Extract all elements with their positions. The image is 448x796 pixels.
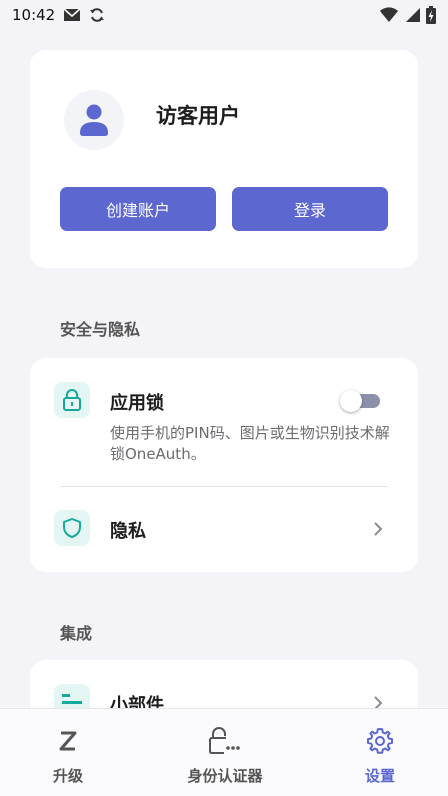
toggle-knob	[340, 390, 362, 412]
app-lock-title: 应用锁	[110, 393, 164, 414]
create-account-button[interactable]: 创建账户	[60, 187, 216, 231]
lock-icon	[63, 389, 81, 411]
user-icon	[80, 104, 108, 136]
app-lock-toggle[interactable]	[340, 390, 380, 412]
divider	[60, 486, 388, 487]
section-title-integration: 集成	[60, 624, 93, 643]
nav-settings[interactable]: 设置	[342, 709, 418, 796]
profile-name: 访客用户	[156, 104, 240, 128]
nav-upgrade[interactable]: 升级	[30, 709, 106, 796]
login-button[interactable]: 登录	[232, 187, 388, 231]
status-bar: 10:42	[0, 0, 448, 30]
chevron-right-icon	[374, 522, 383, 536]
gear-icon	[367, 728, 393, 754]
nav-settings-label: 设置	[364, 767, 395, 785]
app-lock-icon-box	[54, 382, 90, 418]
status-time: 10:42	[12, 6, 56, 24]
nav-upgrade-label: 升级	[52, 767, 83, 785]
shield-icon	[63, 518, 81, 538]
avatar	[64, 90, 124, 150]
nav-authenticator-label: 身份认证器	[187, 767, 263, 785]
sync-icon	[90, 8, 105, 22]
battery-icon	[426, 6, 436, 24]
security-card: 应用锁 使用手机的PIN码、图片或生物识别技术解锁OneAuth。 隐私	[30, 358, 418, 572]
mail-icon	[63, 8, 81, 21]
section-title-security: 安全与隐私	[60, 320, 141, 339]
nav-authenticator[interactable]: 身份认证器	[165, 709, 285, 796]
signal-icon	[406, 8, 420, 22]
privacy-icon-box	[54, 510, 90, 546]
privacy-title: 隐私	[110, 521, 146, 542]
bottom-nav: 升级 身份认证器 设置	[0, 708, 448, 796]
upgrade-z-icon	[59, 731, 77, 751]
password-lock-icon	[209, 727, 240, 754]
wifi-icon	[380, 7, 398, 23]
app-lock-description: 使用手机的PIN码、图片或生物识别技术解锁OneAuth。	[110, 424, 390, 463]
profile-card: 访客用户 创建账户 登录	[30, 50, 418, 268]
